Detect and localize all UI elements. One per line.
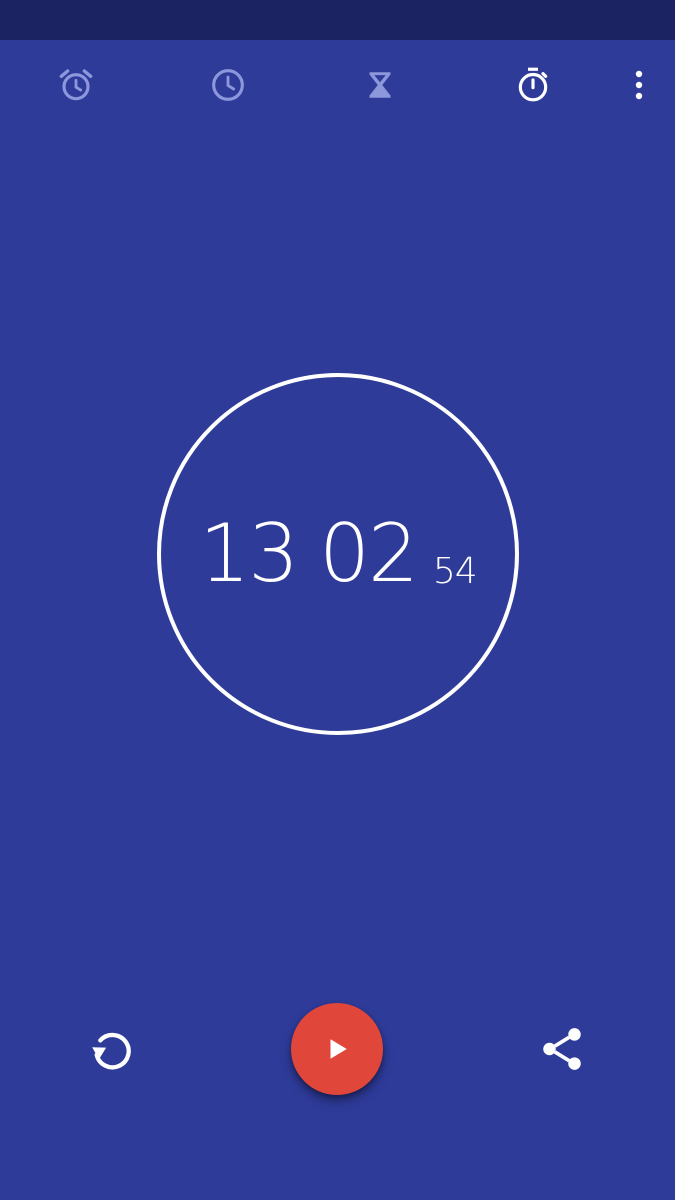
hundredths-value: 54	[432, 551, 478, 592]
hourglass-icon	[369, 72, 391, 98]
minutes-value: 13	[199, 507, 299, 600]
clock-icon	[212, 69, 244, 101]
start-button[interactable]	[291, 1003, 383, 1095]
seconds-value: 02	[319, 507, 419, 600]
stopwatch-dial: 13 02 54	[157, 373, 519, 735]
overflow-menu-button[interactable]	[609, 40, 669, 130]
tab-timer[interactable]	[335, 40, 425, 130]
tab-stopwatch[interactable]	[488, 40, 578, 130]
more-vert-icon	[635, 70, 643, 100]
time-main: 13 02	[199, 514, 419, 594]
play-icon	[330, 1039, 347, 1059]
stopwatch-icon	[518, 67, 548, 102]
tab-bar	[0, 40, 675, 130]
alarm-icon	[59, 69, 93, 101]
share-button[interactable]	[526, 1013, 598, 1085]
elapsed-time: 13 02 54	[161, 377, 515, 731]
tab-clock[interactable]	[183, 40, 273, 130]
reset-button[interactable]	[76, 1013, 148, 1085]
controls-bar	[0, 995, 675, 1105]
share-icon	[543, 1028, 581, 1070]
status-bar	[0, 0, 675, 40]
reset-icon	[92, 1032, 131, 1070]
tab-alarm[interactable]	[31, 40, 121, 130]
stopwatch-screen: 13 02 54	[0, 0, 675, 1200]
